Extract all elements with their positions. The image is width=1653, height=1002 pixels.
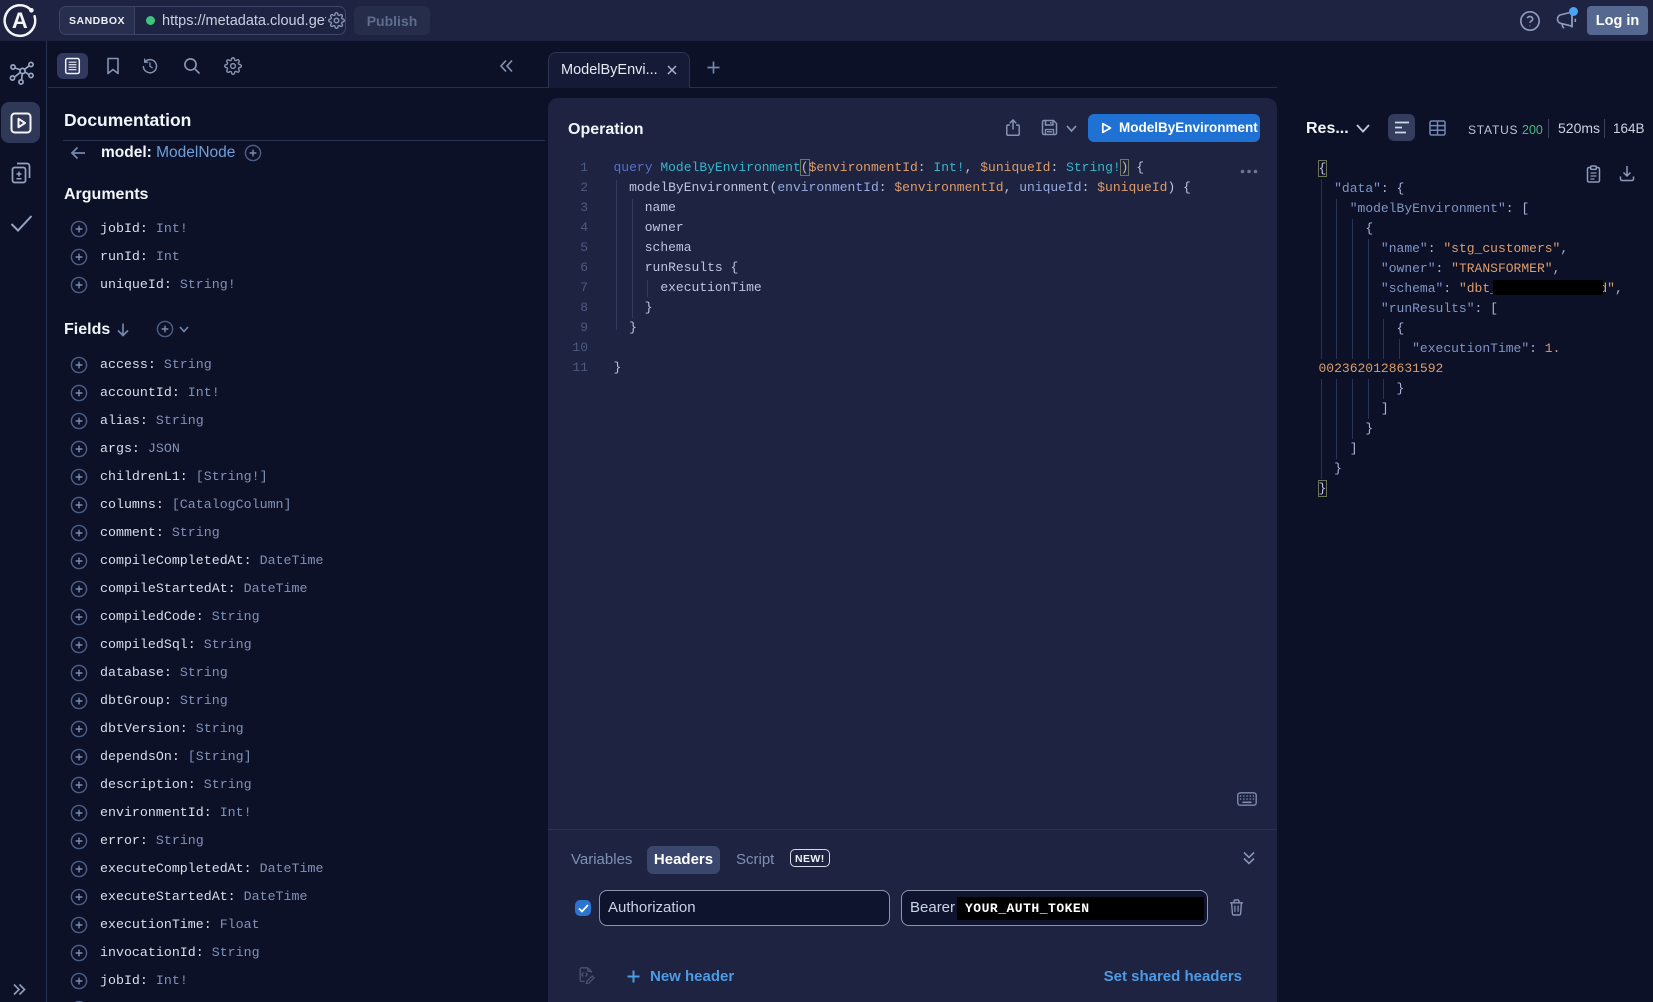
svg-text:A: A xyxy=(12,8,28,33)
